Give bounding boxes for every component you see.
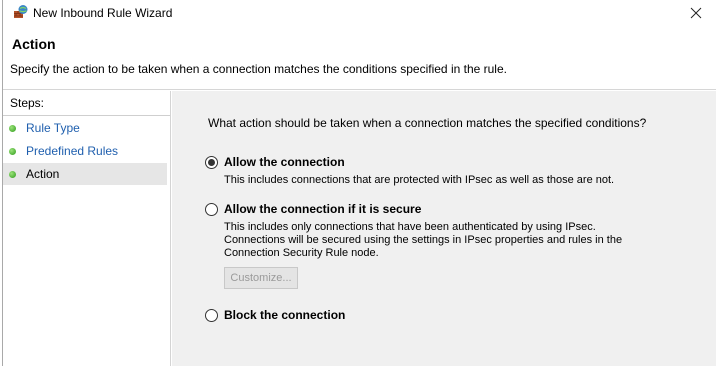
close-icon (690, 7, 702, 19)
green-dot-icon (9, 124, 16, 132)
option-label[interactable]: Allow the connection (224, 155, 345, 169)
action-question: What action should be taken when a conne… (208, 116, 647, 130)
firewall-shield-icon (13, 4, 29, 20)
page-description: Specify the action to be taken when a co… (10, 62, 507, 76)
steps-panel: Steps: Rule Type Predefined Rules Action (3, 91, 171, 366)
allow-secure-radio[interactable] (205, 203, 218, 216)
option-label[interactable]: Block the connection (224, 308, 345, 322)
allow-radio[interactable] (205, 156, 218, 169)
green-dot-icon (9, 147, 16, 155)
steps-heading: Steps: (10, 96, 45, 110)
title-bar: New Inbound Rule Wizard (3, 0, 716, 28)
close-button[interactable] (684, 2, 708, 24)
content-panel: What action should be taken when a conne… (172, 91, 716, 366)
option-description: This includes connections that are prote… (224, 174, 615, 186)
step-label: Rule Type (26, 121, 80, 135)
step-label: Action (26, 167, 60, 181)
page-title: Action (12, 36, 56, 52)
option-description: This includes only connections that have… (224, 221, 623, 259)
wizard-header: Action Specify the action to be taken wh… (3, 28, 716, 90)
green-dot-icon (9, 170, 16, 178)
customize-button[interactable]: Customize... (224, 267, 298, 289)
step-predefined-rules[interactable]: Predefined Rules (3, 140, 167, 162)
option-label[interactable]: Allow the connection if it is secure (224, 202, 421, 216)
window-title: New Inbound Rule Wizard (33, 6, 173, 20)
step-action[interactable]: Action (3, 163, 167, 185)
steps-divider (3, 115, 170, 116)
step-rule-type[interactable]: Rule Type (3, 117, 167, 139)
step-label: Predefined Rules (26, 144, 119, 158)
block-radio[interactable] (205, 309, 218, 322)
